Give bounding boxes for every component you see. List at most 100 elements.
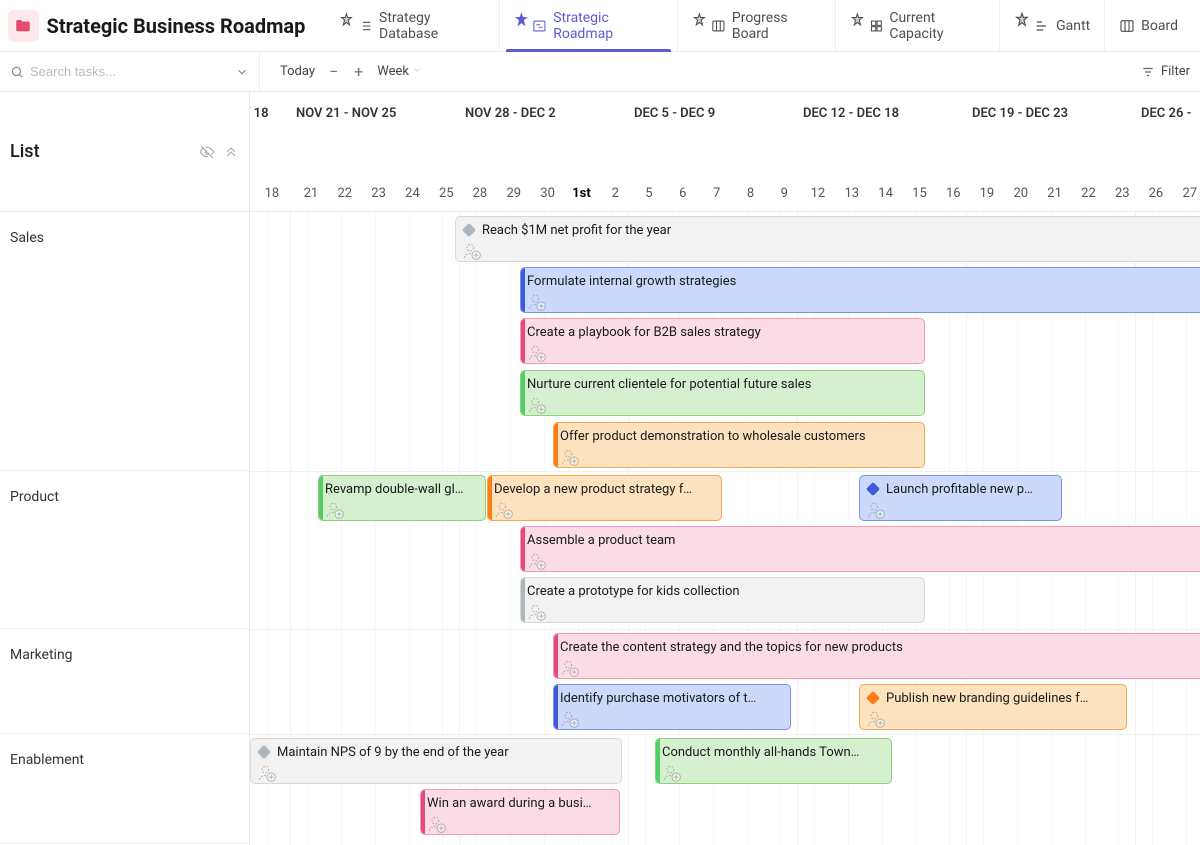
day-cell: 8 [734,186,768,201]
assign-user-icon[interactable] [527,602,547,622]
day-cell: 16 [936,186,970,201]
task-bar[interactable]: Assemble a product team [520,526,1200,572]
today-button[interactable]: Today [280,64,315,79]
day-cell: 15 [903,186,937,201]
task-bar[interactable]: Offer product demonstration to wholesale… [553,422,925,468]
task-bar[interactable]: Conduct monthly all-hands Town… [655,738,892,784]
task-title: Formulate internal growth strategies [527,274,736,289]
assign-user-icon[interactable] [866,709,886,729]
week-label: V 18 [250,106,269,121]
task-title: Create a playbook for B2B sales strategy [527,325,761,340]
tab-label: Board [1141,18,1178,34]
day-cell: 27 [1173,186,1200,201]
toolbar: Today − + Week Filter [0,52,1200,92]
timeline[interactable]: V 18NOV 21 - NOV 25NOV 28 - DEC 2DEC 5 -… [250,92,1200,845]
task-title: Offer product demonstration to wholesale… [560,429,866,444]
assign-user-icon[interactable] [527,343,547,363]
tab-strategic-roadmap[interactable]: Strategic Roadmap [499,0,678,52]
group-label-sales[interactable]: Sales [0,212,54,256]
task-bar[interactable]: Nurture current clientele for potential … [520,370,925,416]
day-cell: 19 [970,186,1004,201]
zoom-out-button[interactable]: − [327,62,340,81]
collapse-icon[interactable] [223,144,239,160]
assign-user-icon[interactable] [527,292,547,312]
view-tabs: Strategy Database Strategic Roadmap Prog… [325,0,1192,52]
search-icon [10,65,24,79]
day-cell: 13 [835,186,869,201]
folder-icon-button[interactable] [8,10,39,42]
day-cell: 14 [869,186,903,201]
group-label-enablement[interactable]: Enablement [0,734,94,778]
assign-user-icon[interactable] [462,241,482,261]
day-cell: 9 [767,186,801,201]
assign-user-icon[interactable] [527,551,547,571]
task-title: Launch profitable new p… [886,482,1033,497]
task-bar[interactable]: Identify purchase motivators of t… [553,684,791,730]
task-bar[interactable]: Develop a new product strategy f… [487,475,722,521]
assign-user-icon[interactable] [866,500,886,520]
assign-user-icon[interactable] [560,447,580,467]
task-bar[interactable]: Reach $1M net profit for the year [455,216,1200,262]
page-title: Strategic Business Roadmap [47,14,306,38]
task-title: Publish new branding guidelines f… [886,691,1088,706]
hide-icon[interactable] [199,144,215,160]
chevron-down-icon[interactable] [235,65,249,79]
assign-user-icon[interactable] [494,500,514,520]
pin-icon [514,12,529,28]
task-bar[interactable]: Publish new branding guidelines f… [859,684,1127,730]
gantt-area[interactable]: Reach $1M net profit for the year Formula… [250,212,1200,845]
group-label-marketing[interactable]: Marketing [0,629,83,673]
week-label: DEC 19 - DEC 23 [966,106,1068,121]
task-bar[interactable]: Maintain NPS of 9 by the end of the year [250,738,622,784]
assign-user-icon[interactable] [662,763,682,783]
list-label: List [10,141,40,162]
task-bar[interactable]: Formulate internal growth strategies [520,267,1200,313]
task-title: Reach $1M net profit for the year [482,223,671,238]
tab-progress-board[interactable]: Progress Board [677,0,834,52]
task-bar[interactable]: Launch profitable new p… [859,475,1062,521]
task-title: Conduct monthly all-hands Town… [662,745,859,760]
day-cell: 7 [700,186,734,201]
milestone-diamond-icon [462,223,476,237]
tab-label: Gantt [1056,18,1090,34]
milestone-diamond-icon [866,482,880,496]
timeline-icon [532,18,547,34]
day-cell: 22 [328,186,362,201]
milestone-diamond-icon [866,691,880,705]
day-cell: 2 [598,186,632,201]
assign-user-icon[interactable] [325,500,345,520]
search-wrap [10,52,260,91]
day-cell: 21 [1038,186,1072,201]
day-cell: 24 [396,186,430,201]
task-bar[interactable]: Revamp double-wall gl… [318,475,486,521]
assign-user-icon[interactable] [527,395,547,415]
tab-current-capacity[interactable]: Current Capacity [835,0,999,52]
timescale-select[interactable]: Week [377,64,422,79]
assign-user-icon[interactable] [427,814,447,834]
day-cell: 25 [429,186,463,201]
search-input[interactable] [30,64,190,79]
group-label-product[interactable]: Product [0,471,69,515]
task-title: Assemble a product team [527,533,675,548]
task-bar[interactable]: Create the content strategy and the topi… [553,633,1200,679]
task-title: Maintain NPS of 9 by the end of the year [277,745,509,760]
day-cell: 5 [632,186,666,201]
task-bar[interactable]: Create a playbook for B2B sales strategy [520,318,925,364]
list-icon [358,18,373,34]
week-label: NOV 21 - NOV 25 [290,106,396,121]
assign-user-icon[interactable] [560,709,580,729]
task-title: Develop a new product strategy f… [494,482,692,497]
tab-strategy-database[interactable]: Strategy Database [325,0,498,52]
filter-button[interactable]: Filter [1161,64,1190,79]
tab-gantt[interactable]: Gantt [999,0,1104,52]
task-title: Identify purchase motivators of t… [560,691,756,706]
task-title: Revamp double-wall gl… [325,482,463,497]
board-icon [711,18,726,34]
assign-user-icon[interactable] [560,658,580,678]
task-bar[interactable]: Win an award during a busi… [420,789,620,835]
assign-user-icon[interactable] [257,763,277,783]
zoom-in-button[interactable]: + [352,62,365,81]
main: List Sales Product Marketing Enablement V 1… [0,92,1200,845]
task-bar[interactable]: Create a prototype for kids collection [520,577,925,623]
tab-board[interactable]: Board [1104,0,1192,52]
